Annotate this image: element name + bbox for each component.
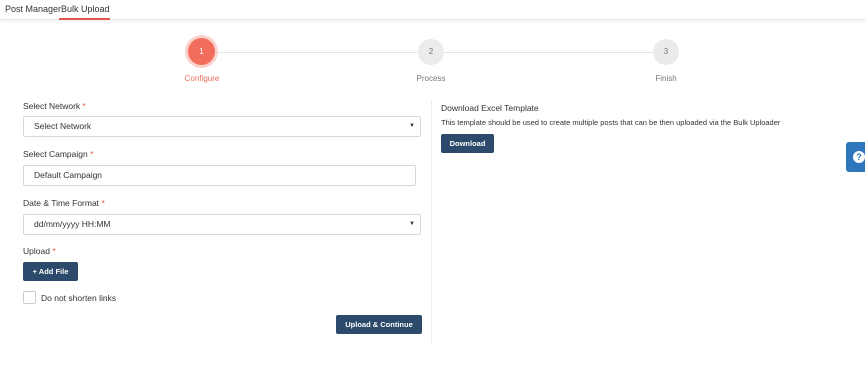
upload-continue-button[interactable]: Upload & Continue [336,315,422,334]
network-label-text: Select Network [23,101,81,111]
campaign-label-text: Select Campaign [23,149,88,159]
network-label: Select Network * [23,101,86,111]
network-select[interactable]: Select Network ▼ [23,116,421,137]
campaign-input[interactable]: Default Campaign [23,165,416,186]
required-mark: * [82,101,86,111]
campaign-label: Select Campaign * [23,149,93,159]
step-1-label: Configure [184,74,220,83]
column-divider [431,100,432,343]
required-mark: * [90,149,94,159]
top-tabs: Post Manager Bulk Upload [0,0,865,20]
stepper-connector [444,52,653,53]
chevron-down-icon: ▼ [409,123,415,129]
step-2-circle: 2 [418,39,444,65]
datetime-format-select[interactable]: dd/mm/yyyy HH:MM ▼ [23,214,421,235]
datetime-format-label: Date & Time Format * [23,198,105,208]
step-2-label: Process [416,74,446,83]
network-select-value: Select Network [34,121,92,131]
add-file-button[interactable]: + Add File [23,262,78,281]
question-icon: ? [853,151,865,163]
shorten-links-checkbox[interactable] [23,291,36,304]
template-description: This template should be used to create m… [441,118,781,127]
template-title: Download Excel Template [441,103,539,113]
tab-bulk-upload[interactable]: Bulk Upload [61,4,110,14]
upload-label: Upload * [23,246,56,256]
download-button[interactable]: Download [441,134,494,153]
required-mark: * [101,198,105,208]
datetime-format-label-text: Date & Time Format [23,198,100,208]
step-3-circle: 3 [653,39,679,65]
chevron-down-icon: ▼ [409,221,415,227]
tab-post-manager[interactable]: Post Manager [5,4,61,14]
active-tab-indicator [59,18,110,20]
shorten-links-label: Do not shorten links [41,293,117,303]
help-tab[interactable]: ? [846,142,865,172]
required-mark: * [52,246,56,256]
datetime-format-value: dd/mm/yyyy HH:MM [34,219,111,229]
campaign-input-value: Default Campaign [34,170,103,180]
step-1-circle: 1 [188,38,215,65]
upload-label-text: Upload [23,246,50,256]
step-3-label: Finish [655,74,677,83]
stepper-connector [214,52,418,53]
